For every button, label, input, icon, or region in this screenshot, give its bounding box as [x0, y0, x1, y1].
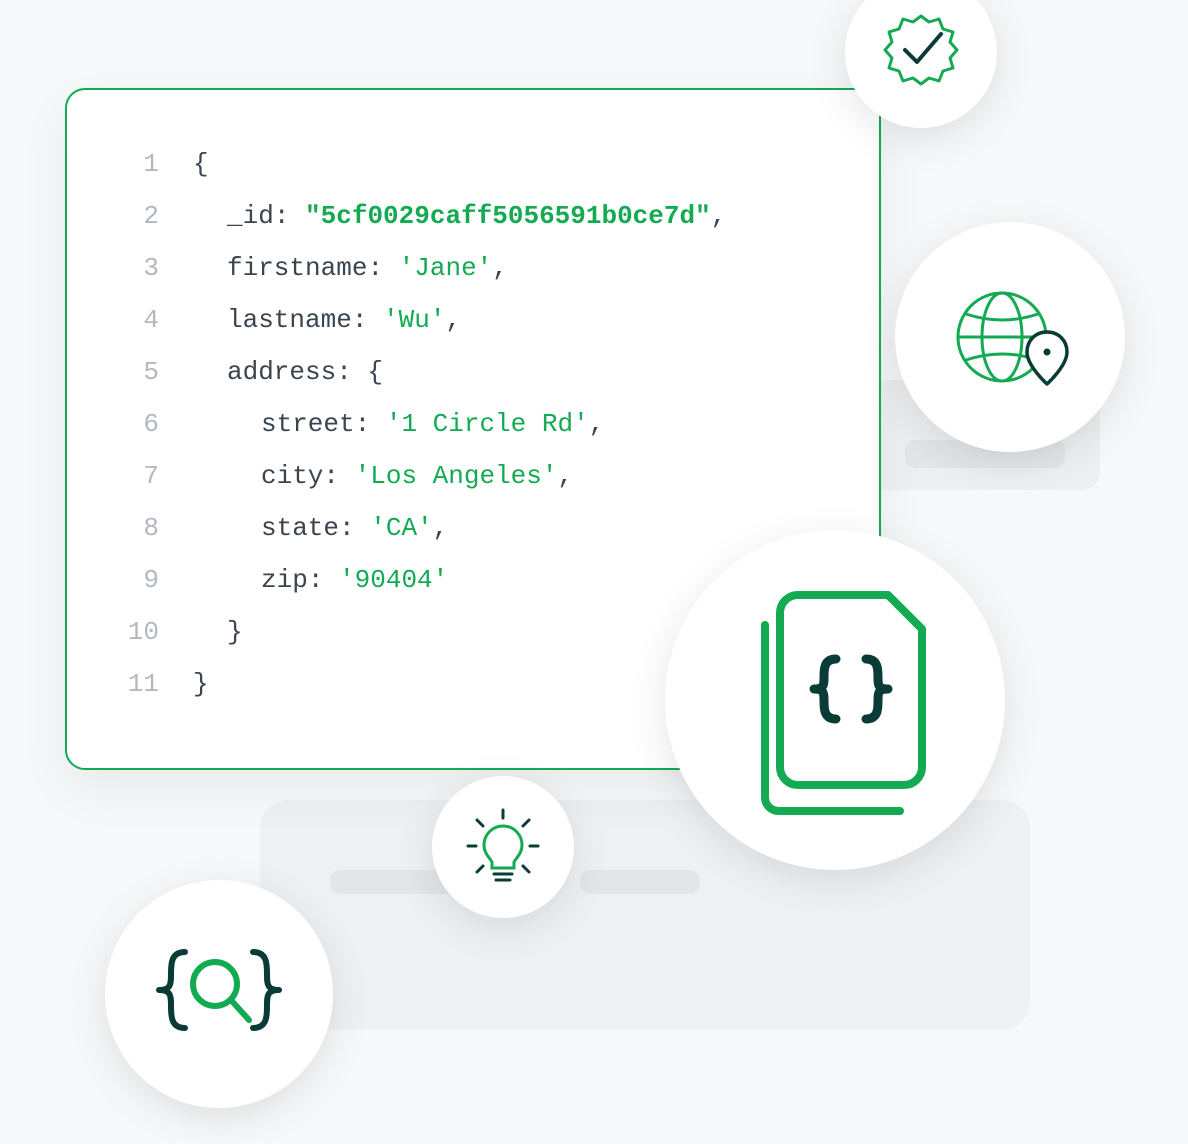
lightbulb-idea-icon: [460, 804, 546, 890]
line-number: 5: [97, 346, 193, 398]
line-number: 8: [97, 502, 193, 554]
code-token-string: 'Jane': [399, 242, 493, 294]
code-token-punc: :: [274, 190, 305, 242]
code-line: 6 street: '1 Circle Rd',: [97, 398, 849, 450]
code-token-key: lastname: [227, 294, 352, 346]
code-token-punc: ,: [589, 398, 605, 450]
code-token-string: '1 Circle Rd': [386, 398, 589, 450]
code-token-punc: {: [193, 138, 209, 190]
code-line: 2 _id: "5cf0029caff5056591b0ce7d",: [97, 190, 849, 242]
code-token-string: "5cf0029caff5056591b0ce7d": [305, 190, 711, 242]
line-number: 6: [97, 398, 193, 450]
code-line: 3 firstname: 'Jane',: [97, 242, 849, 294]
code-token-punc: ,: [557, 450, 573, 502]
diagram-stage: 1{2 _id: "5cf0029caff5056591b0ce7d", 3 firs…: [0, 0, 1188, 1144]
line-number: 3: [97, 242, 193, 294]
verified-checkmark-icon: [879, 10, 963, 94]
code-token-punc: ,: [445, 294, 461, 346]
line-number: 4: [97, 294, 193, 346]
code-token-punc: :: [367, 242, 398, 294]
code-token-punc: :: [323, 450, 354, 502]
code-token-key: zip: [261, 554, 308, 606]
line-number: 11: [97, 658, 193, 710]
line-number: 2: [97, 190, 193, 242]
line-number: 1: [97, 138, 193, 190]
code-token-punc: }: [193, 658, 209, 710]
code-token-key: state: [261, 502, 339, 554]
line-number: 7: [97, 450, 193, 502]
code-line: 7 city: 'Los Angeles',: [97, 450, 849, 502]
code-token-key: city: [261, 450, 323, 502]
code-token-punc: }: [227, 606, 243, 658]
code-token-key: address: [227, 346, 336, 398]
code-token-punc: ,: [433, 502, 449, 554]
code-token-punc: :: [308, 554, 339, 606]
code-token-key: street: [261, 398, 355, 450]
code-line: 1{: [97, 138, 849, 190]
code-line: 4 lastname: 'Wu',: [97, 294, 849, 346]
code-token-punc: :: [355, 398, 386, 450]
code-token-punc: : {: [336, 346, 383, 398]
globe-location-icon: [947, 274, 1073, 400]
line-number: 10: [97, 606, 193, 658]
json-search-badge: [105, 880, 333, 1108]
code-token-punc: :: [352, 294, 383, 346]
code-token-key: _id: [227, 190, 274, 242]
code-token-punc: :: [339, 502, 370, 554]
code-token-string: '90404': [339, 554, 448, 606]
idea-badge: [432, 776, 574, 918]
globe-location-badge: [895, 222, 1125, 452]
code-token-string: 'CA': [370, 502, 432, 554]
code-token-punc: ,: [492, 242, 508, 294]
line-number: 9: [97, 554, 193, 606]
code-token-punc: ,: [711, 190, 727, 242]
code-token-string: 'Wu': [383, 294, 445, 346]
json-documents-badge: [665, 530, 1005, 870]
json-search-icon: [149, 934, 289, 1054]
code-token-key: firstname: [227, 242, 367, 294]
code-line: 5 address: {: [97, 346, 849, 398]
code-token-string: 'Los Angeles': [355, 450, 558, 502]
code-line: 8 state: 'CA',: [97, 502, 849, 554]
json-documents-icon: [730, 585, 940, 815]
bg-bar: [580, 870, 700, 894]
